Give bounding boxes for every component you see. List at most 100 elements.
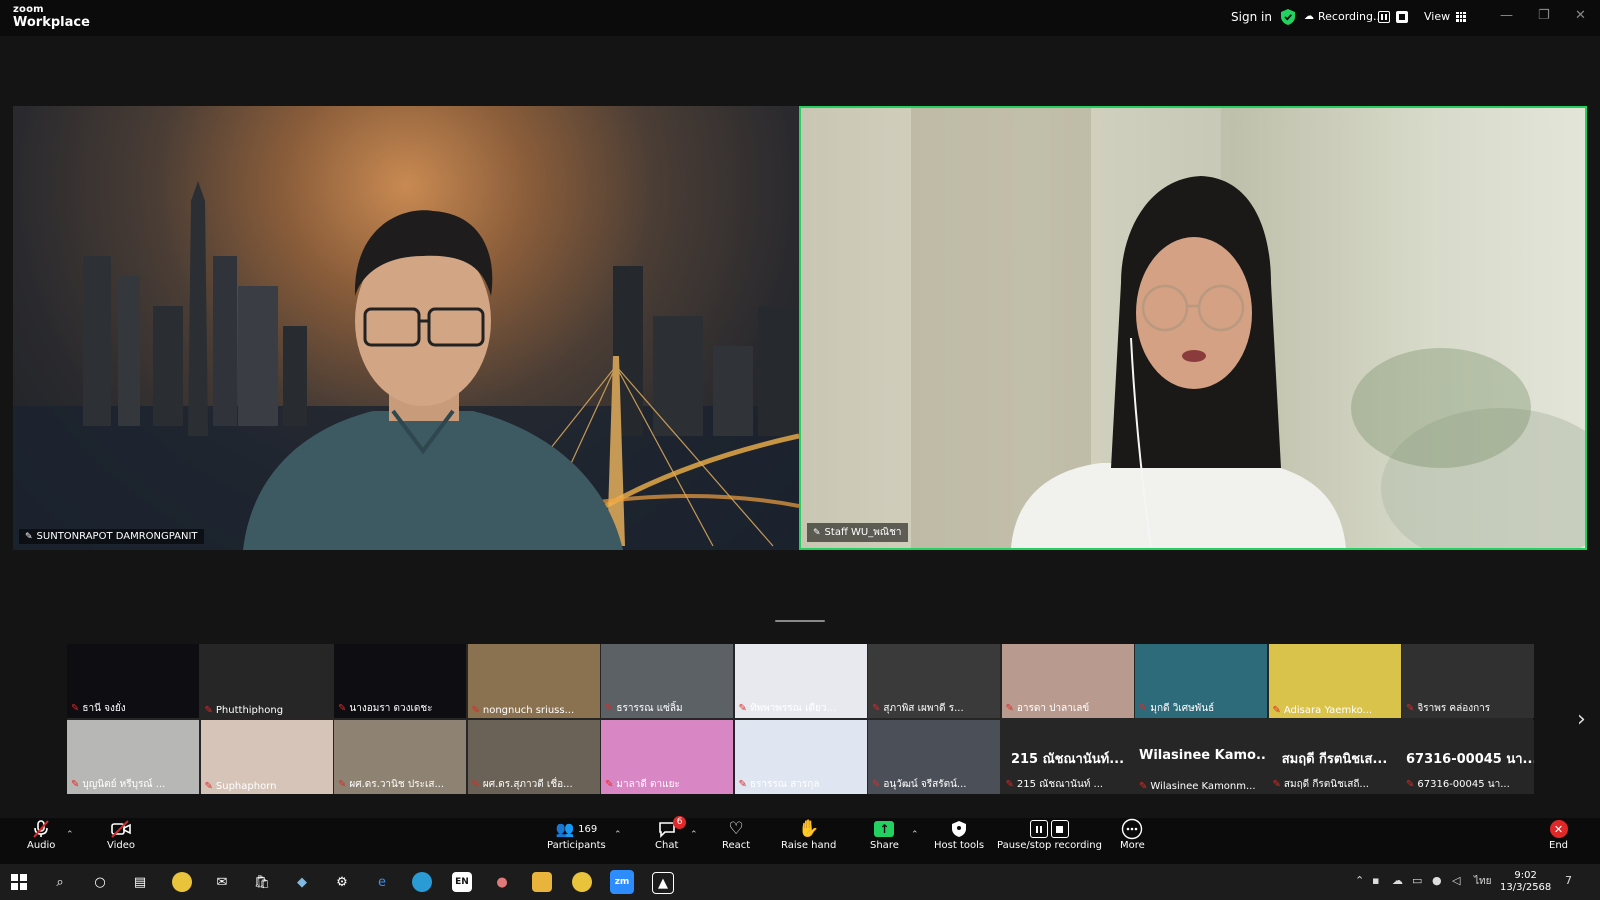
participant-name: สุภาพิส เผพาดี ร... <box>883 703 964 714</box>
host-tools-button[interactable]: Host tools <box>934 818 984 851</box>
volume-icon[interactable]: ◁ <box>1452 874 1460 887</box>
photos-icon[interactable]: ▲ <box>652 872 674 894</box>
participant-thumbnail[interactable]: สมฤดี กีรตนิชเส... ✎ สมฤดี กีรตนิชเสถี... <box>1268 720 1401 794</box>
participant-thumbnail[interactable]: ✎ อนุวัฒน์ จรีสรัตน์... <box>868 720 1000 794</box>
participant-thumbnail[interactable]: ✎ ธานี จงยั่ง <box>67 644 199 718</box>
chat-caret-icon[interactable]: ⌃ <box>690 830 698 840</box>
edge-icon[interactable] <box>412 872 432 892</box>
participant-thumbnail[interactable]: ✎ สุภาพิส เผพาดี ร... <box>868 644 1000 718</box>
participant-thumbnail[interactable]: 215 ณัชณานันท์... ✎ 215 ณัชณานันท์ ... <box>1001 720 1134 794</box>
cortana-icon[interactable]: ○ <box>90 872 110 892</box>
end-meeting-button[interactable]: ✕ End <box>1549 818 1568 851</box>
minimize-icon[interactable]: — <box>1500 8 1513 23</box>
end-label: End <box>1549 840 1569 851</box>
participant-thumbnail[interactable]: ✎ nongnuch sriuss... <box>467 644 600 718</box>
store-icon[interactable]: 🛍 <box>252 872 272 892</box>
chat-button[interactable]: 6 Chat <box>655 816 687 851</box>
language-app-icon[interactable]: EN <box>452 872 472 892</box>
participant-display-name: 67316-00045 นา... <box>1406 752 1534 767</box>
participants-caret-icon[interactable]: ⌃ <box>614 830 622 840</box>
windows-start-icon[interactable] <box>9 872 29 892</box>
mic-muted-icon: ✎ <box>71 703 80 714</box>
chat-icon: 6 <box>657 816 687 840</box>
participant-name-tag: ✎ Adisara Yaemko... <box>1273 705 1373 716</box>
file-explorer-icon[interactable] <box>532 872 552 892</box>
participant-thumbnail[interactable]: ✎ ทิพพาพรรณ เดียว... <box>734 644 867 718</box>
microphone-tray-icon[interactable]: ● <box>1432 874 1442 887</box>
system-clock[interactable]: 9:02 13/3/2568 <box>1500 870 1551 894</box>
more-label: More <box>1120 840 1145 851</box>
host-tools-label: Host tools <box>934 840 985 851</box>
encryption-shield-icon[interactable] <box>1281 9 1295 25</box>
raise-hand-button[interactable]: ✋ Raise hand <box>781 818 836 851</box>
participants-button[interactable]: 👥 169 Participants <box>547 818 606 851</box>
onedrive-icon[interactable]: ☁ <box>1392 874 1403 887</box>
participant-thumbnail[interactable]: ✎ ธรารรณ สารกุล <box>734 720 867 794</box>
participant-name-tag: ✎ nongnuch sriuss... <box>472 705 575 716</box>
mic-muted-icon: ✎ <box>605 703 614 714</box>
mic-muted-icon: ✎ <box>738 703 747 714</box>
resize-handle[interactable] <box>775 620 825 622</box>
share-label: Share <box>870 840 899 851</box>
participant-thumbnail[interactable]: ✎ บุญนิตย์ หรีบุรณ์ ... <box>67 720 199 794</box>
participant-thumbnail[interactable]: ✎ อารดา ปาลาเลข์ <box>1001 644 1134 718</box>
video-button[interactable]: Video <box>107 818 135 851</box>
input-language[interactable]: ไทย <box>1474 874 1491 889</box>
participant-thumbnail[interactable]: ✎ Phutthiphong <box>200 644 333 718</box>
task-view-icon[interactable]: ▤ <box>130 872 150 892</box>
participant-name-tag: ✎ ธรารรณ แซ่ลิ้ม <box>605 701 683 716</box>
mic-muted-icon <box>31 818 51 840</box>
participant-thumbnail[interactable]: ✎ Suphaphorn <box>200 720 333 794</box>
ie-icon[interactable]: e <box>372 872 392 892</box>
tray-app-icon[interactable]: ▪ <box>1372 874 1379 887</box>
tool-icon[interactable]: ⚙ <box>332 872 352 892</box>
recording-indicator[interactable]: ☁ Recording... <box>1304 10 1384 23</box>
restore-icon[interactable]: ❐ <box>1538 8 1550 23</box>
mic-muted-icon: ✎ <box>1406 703 1415 714</box>
share-button[interactable]: ↑ Share <box>870 818 899 851</box>
close-window-icon[interactable]: ✕ <box>1575 8 1586 23</box>
participant-thumbnail[interactable]: ✎ ผศ.ดร.สุภาวดี เชื่อ... <box>467 720 600 794</box>
video-tile-speaker-1[interactable]: ✎ SUNTONRAPOT DAMRONGPANIT <box>13 106 799 550</box>
pause-stop-recording-button[interactable]: Pause/stop recording <box>997 818 1102 851</box>
share-caret-icon[interactable]: ⌃ <box>911 830 919 840</box>
video-tile-speaker-2-active[interactable]: ✎ Staff WU_พณิชา <box>799 106 1587 550</box>
blurred-background-image <box>911 108 1585 548</box>
participant-thumbnail[interactable]: ✎ ผศ.ดร.วานิช ประเส... <box>334 720 466 794</box>
participant-thumbnail[interactable]: ✎ ธรารรณ แซ่ลิ้ม <box>601 644 733 718</box>
brand-bottom: Workplace <box>13 15 90 30</box>
view-button[interactable]: View <box>1424 10 1467 23</box>
zoom-taskbar-icon[interactable]: zm <box>610 870 634 894</box>
participant-thumbnail[interactable]: ✎ นางอมรา ดวงเดชะ <box>334 644 466 718</box>
participant-thumbnail[interactable]: ✎ Adisara Yaemko... <box>1268 644 1401 718</box>
participant-thumbnail[interactable]: ✎ มุกดี วิเศษพันธ์ <box>1135 644 1267 718</box>
participant-thumbnail[interactable]: ✎ จิราพร คล่องการ <box>1402 644 1534 718</box>
mail-icon[interactable]: ✉ <box>212 872 232 892</box>
network-icon[interactable]: ▭ <box>1412 874 1422 887</box>
participant-thumbnail[interactable]: Wilasinee Kamo... ✎ Wilasinee Kamonm... <box>1135 720 1267 794</box>
notification-count: 7 <box>1565 874 1572 887</box>
participant-thumbnail[interactable]: 67316-00045 นา... ✎ 67316-00045 นา... <box>1402 720 1534 794</box>
participant-name: 215 ณัชณานันท์ ... <box>1016 779 1104 790</box>
app-icon[interactable]: ◆ <box>292 872 312 892</box>
gallery-next-icon[interactable]: › <box>1577 707 1586 732</box>
participant-name: จิราพร คล่องการ <box>1417 703 1491 714</box>
stop-recording-icon[interactable] <box>1396 11 1408 23</box>
chrome-icon-2[interactable] <box>572 872 592 892</box>
sign-in-link[interactable]: Sign in <box>1231 10 1272 24</box>
more-button[interactable]: More <box>1120 818 1145 851</box>
speaker-name-tag: ✎ SUNTONRAPOT DAMRONGPANIT <box>19 529 204 544</box>
tray-overflow-icon[interactable]: ⌃ <box>1355 874 1364 887</box>
notification-icon[interactable]: 7 <box>1565 874 1572 887</box>
react-button[interactable]: ♡ React <box>722 818 750 851</box>
participant-thumbnail[interactable]: ✎ มาลาดี ตาแยะ <box>601 720 733 794</box>
chrome-icon[interactable] <box>172 872 192 892</box>
participant-name-tag: ✎ ผศ.ดร.สุภาวดี เชื่อ... <box>472 777 573 792</box>
audio-button[interactable]: Audio <box>27 818 55 851</box>
search-icon[interactable]: ⌕ <box>50 872 70 892</box>
chat-app-icon[interactable]: ● <box>492 872 512 892</box>
audio-options-caret-icon[interactable]: ⌃ <box>66 830 74 840</box>
participant-name: Adisara Yaemko... <box>1283 705 1373 716</box>
participants-count: 169 <box>578 823 598 835</box>
pause-recording-icon[interactable] <box>1378 11 1390 23</box>
